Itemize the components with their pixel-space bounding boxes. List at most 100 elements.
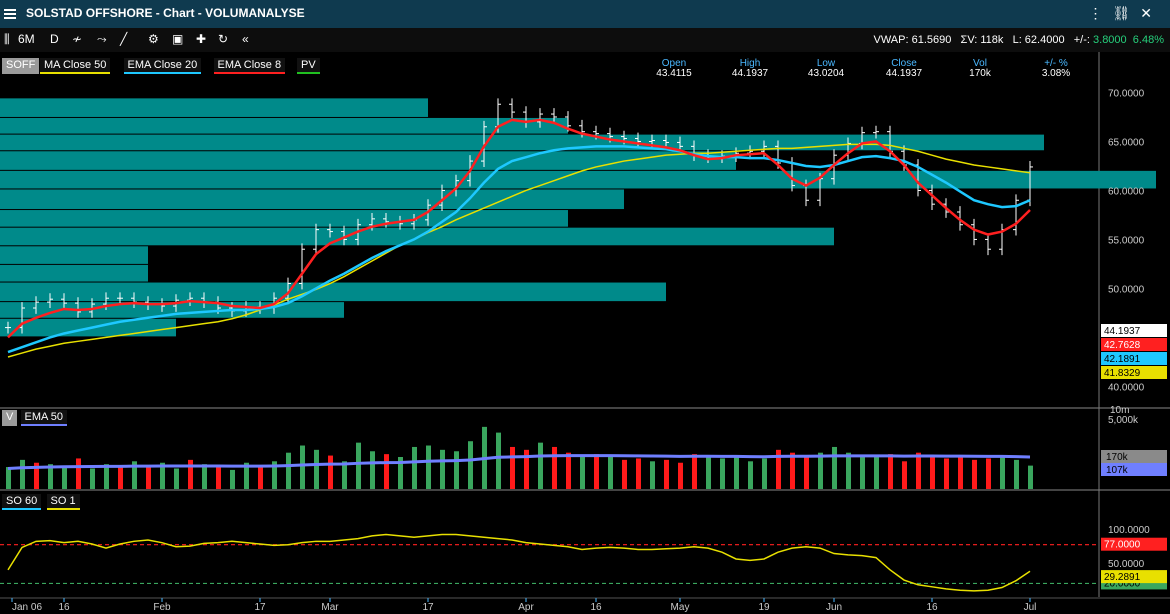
x-axis-tick: 19: [758, 602, 770, 613]
price-axis-tick: 40.0000: [1108, 382, 1145, 393]
volume-bar: [496, 432, 501, 489]
volume-bar: [62, 465, 67, 489]
ohlc-value: 43.4115: [656, 68, 692, 79]
template-icon[interactable]: ▣: [172, 32, 183, 46]
volume-bar: [370, 451, 375, 489]
volume-bar: [538, 442, 543, 489]
chart-type-icon[interactable]: ⫼: [4, 32, 10, 47]
volume-bar: [720, 458, 725, 489]
price-legend-soff[interactable]: SOFF: [2, 58, 40, 74]
volume-axis-tick: 5,000k: [1108, 415, 1139, 426]
x-axis-tick: Feb: [153, 602, 171, 613]
volume-bar: [6, 467, 11, 489]
volume-legend-ema-50[interactable]: EMA 50: [20, 410, 68, 426]
volume-bar: [510, 446, 515, 489]
volume-tag-label: 107k: [1106, 465, 1129, 476]
volume-bar: [440, 449, 445, 489]
volume-bar: [608, 457, 613, 489]
stochastic-level-label: 77.0000: [1104, 540, 1141, 551]
ohlc-value: 43.0204: [808, 68, 845, 79]
volume-bar: [20, 459, 25, 489]
volume-bar: [286, 452, 291, 489]
stochastic-axis-tick: 50.0000: [1108, 559, 1145, 570]
x-axis-tick: 16: [926, 602, 938, 613]
volume-profile-bar: [0, 264, 148, 282]
volume-profile-bar: [0, 98, 428, 117]
volume-profile-bar: [0, 170, 1156, 189]
gear-icon[interactable]: ⚙: [148, 32, 159, 46]
volume-bar: [104, 464, 109, 489]
stochastic-legend-so-60[interactable]: SO 60: [2, 494, 42, 510]
hamburger-menu-icon[interactable]: [3, 7, 17, 21]
x-axis-tick: 16: [58, 602, 70, 613]
volume-bar: [552, 446, 557, 489]
volume-bar: [90, 468, 95, 489]
volume-bar: [818, 452, 823, 489]
indicators-icon[interactable]: ≁: [72, 32, 82, 46]
crosshair-icon[interactable]: ✚: [196, 32, 206, 46]
volume-bar: [748, 461, 753, 489]
volume-bar: [846, 452, 851, 489]
volume-bar: [118, 467, 123, 489]
volume-profile-bar: [0, 246, 148, 264]
close-icon[interactable]: ✕: [1140, 5, 1162, 21]
price-legend-ema-close-20[interactable]: EMA Close 20: [123, 58, 202, 74]
volume-bar: [384, 454, 389, 489]
volume-bar: [692, 454, 697, 489]
x-axis-tick: Jul: [1024, 602, 1037, 613]
interval-selector[interactable]: D: [50, 32, 59, 46]
kebab-menu-icon[interactable]: ⋮: [1088, 5, 1112, 21]
price-tag-label: 42.7628: [1104, 340, 1141, 351]
period-selector[interactable]: 6M: [18, 32, 35, 46]
price-axis-tick: 55.0000: [1108, 235, 1145, 246]
volume-bar: [832, 446, 837, 489]
volume-bar: [874, 457, 879, 489]
sum-volume-value: ΣV: 118k: [960, 34, 1004, 46]
price-legend-ema-close-8[interactable]: EMA Close 8: [213, 58, 286, 74]
ohlc-value: 170k: [969, 68, 992, 79]
link-icon[interactable]: ⛓: [1112, 5, 1140, 21]
ohlc-value: 44.1937: [732, 68, 769, 79]
volume-bar: [860, 455, 865, 489]
volume-bar: [146, 465, 151, 489]
ohlc-value: 3.08%: [1042, 68, 1070, 79]
volume-bar: [958, 457, 963, 489]
volume-bar: [762, 458, 767, 489]
volume-bar: [202, 464, 207, 489]
volume-bar: [468, 441, 473, 489]
volume-bar: [678, 462, 683, 489]
volume-bar: [412, 446, 417, 489]
collapse-toolbar-button[interactable]: «: [242, 32, 249, 46]
title-bar: SOLSTAD OFFSHORE - Chart - VOLUMANALYSE …: [0, 0, 1170, 28]
chart-toolbar: ⫼ 6M D ≁ ⤳ ╱ ⚙ ▣ ✚ ↻ « VWAP: 61.5690 ΣV:…: [0, 28, 1170, 53]
change-value: 3.8000: [1093, 34, 1127, 46]
volume-bar: [580, 455, 585, 489]
volume-legend-v[interactable]: V: [2, 410, 18, 426]
chart-area[interactable]: 70.0000 65.0000 60.0000 55.0000 50.0000 40.00…: [0, 52, 1170, 614]
volume-bar: [454, 451, 459, 489]
x-axis-tick: Jan 06: [12, 602, 42, 613]
x-axis-tick: Jun: [826, 602, 842, 613]
x-axis-tick: Apr: [518, 602, 534, 613]
x-axis-tick: 16: [590, 602, 602, 613]
volume-bar: [622, 459, 627, 489]
price-axis-tick: 65.0000: [1108, 137, 1145, 148]
price-legend-pv[interactable]: PV: [297, 58, 320, 74]
volume-profile-bar: [0, 210, 568, 227]
volume-bar: [426, 445, 431, 489]
compare-icon[interactable]: ⤳: [97, 32, 107, 47]
draw-line-icon[interactable]: ╱: [120, 32, 127, 46]
last-price-value: L: 62.4000: [1012, 34, 1065, 46]
volume-bar: [328, 455, 333, 489]
volume-bar: [636, 458, 641, 489]
stochastic-legend-so-1[interactable]: SO 1: [46, 494, 80, 510]
price-legend-ma-close-50[interactable]: MA Close 50: [40, 58, 111, 74]
change-percent-value: 6.48%: [1132, 34, 1164, 46]
volume-bar: [230, 469, 235, 489]
x-axis-tick: 17: [254, 602, 266, 613]
quote-stats: VWAP: 61.5690 ΣV: 118k L: 62.4000 +/-: 3…: [873, 34, 1164, 46]
stochastic-axis-tick: 100.0000: [1108, 525, 1150, 536]
volume-bar: [986, 458, 991, 489]
refresh-icon[interactable]: ↻: [218, 32, 228, 46]
stochastic-current-label: 29.2891: [1104, 572, 1141, 583]
